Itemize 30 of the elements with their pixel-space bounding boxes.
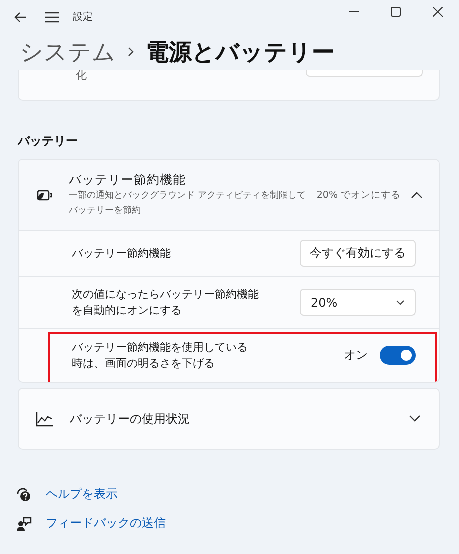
setting-description: 化 xyxy=(76,70,87,83)
chevron-icon xyxy=(128,47,134,57)
menu-icon[interactable] xyxy=(45,12,59,22)
line-chart-icon xyxy=(36,412,53,426)
setting-label: 次の値になったらバッテリー節約機能を自動的にオンにする xyxy=(72,286,260,318)
feedback-icon xyxy=(16,516,32,532)
help-link[interactable]: ヘルプを表示 xyxy=(46,486,118,503)
battery-leaf-icon xyxy=(37,190,53,200)
maximize-icon[interactable] xyxy=(391,7,401,17)
breadcrumb-parent[interactable]: システム xyxy=(20,36,116,68)
activate-button[interactable]: 今すぐ有効にする xyxy=(300,240,416,267)
section-title: バッテリー xyxy=(18,133,79,150)
minimize-icon[interactable] xyxy=(349,11,359,13)
setting-title: バッテリー節約機能 xyxy=(69,172,187,188)
setting-label: バッテリー節約機能を使用している時は、画面の明るさを下げる xyxy=(72,340,249,372)
setting-label: バッテリー節約機能 xyxy=(72,246,171,262)
usage-card[interactable]: バッテリーの使用状況 xyxy=(18,388,440,450)
page-title: 電源とバッテリー xyxy=(146,38,335,68)
help-icon xyxy=(16,486,32,502)
toggle-switch[interactable] xyxy=(380,346,416,365)
toggle-state: オン xyxy=(344,347,368,364)
setting-description: 一部の通知とバックグラウンド アクティビティを制限してバッテリーを節約 xyxy=(69,190,307,218)
threshold-dropdown[interactable]: 20% xyxy=(300,289,416,316)
setting-title: バッテリーの使用状況 xyxy=(70,410,190,428)
window-title: 設定 xyxy=(73,10,93,24)
caret-icon xyxy=(396,300,405,306)
back-icon[interactable] xyxy=(14,12,27,22)
status-text: 20% でオンにする xyxy=(316,188,401,202)
close-icon[interactable] xyxy=(433,7,443,17)
help-link[interactable]: フィードバックの送信 xyxy=(46,515,166,532)
